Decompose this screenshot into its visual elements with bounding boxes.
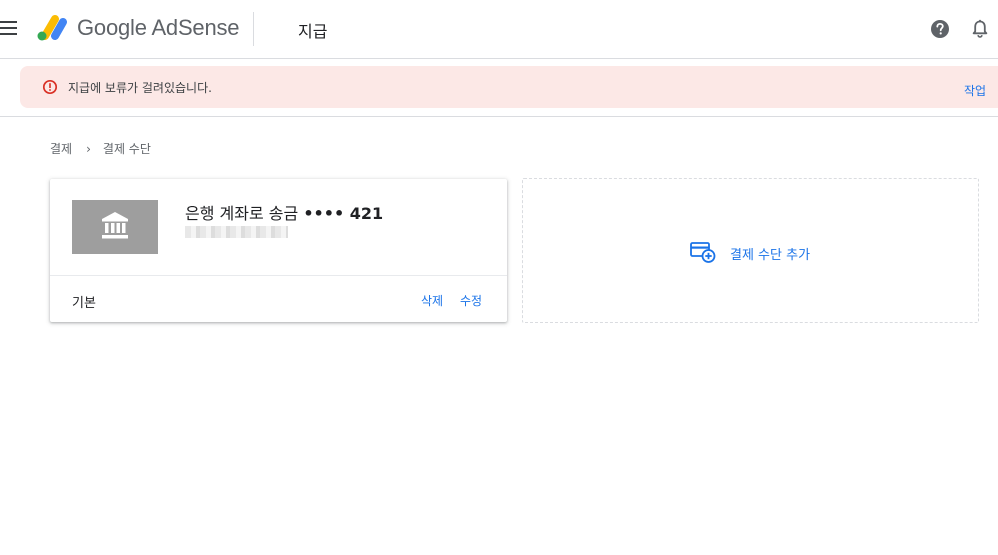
masked-account-number: •••• 421 xyxy=(303,204,384,223)
error-icon xyxy=(42,79,58,95)
payment-method-card: 은행 계좌로 송금 •••• 421 기본 삭제 수정 xyxy=(50,179,507,322)
page-title: 지급 xyxy=(298,22,328,41)
breadcrumb-item-payment-methods: 결제 수단 xyxy=(102,142,151,156)
top-app-bar: Google AdSense 지급 xyxy=(0,0,998,59)
bank-icon xyxy=(102,212,128,239)
add-card-icon xyxy=(690,242,716,263)
redacted-account-details xyxy=(185,226,288,238)
adsense-logo[interactable] xyxy=(36,14,68,42)
add-payment-method-label: 결제 수단 추가 xyxy=(730,248,811,263)
breadcrumb: 결제 › 결제 수단 xyxy=(50,140,151,157)
alert-message: 지급에 보류가 걸려있습니다. xyxy=(68,81,212,95)
notifications-icon[interactable] xyxy=(971,19,989,39)
add-payment-method-button[interactable]: 결제 수단 추가 xyxy=(522,178,979,323)
header-divider xyxy=(253,12,254,46)
help-icon[interactable] xyxy=(930,19,950,39)
bank-tile xyxy=(72,200,158,254)
alert-action-button[interactable]: 작업 xyxy=(964,82,986,99)
card-divider xyxy=(50,275,507,276)
chevron-right-icon: › xyxy=(86,142,91,156)
breadcrumb-item-billing[interactable]: 결제 xyxy=(50,142,72,156)
menu-icon[interactable] xyxy=(0,21,17,35)
payment-hold-alert: 지급에 보류가 걸려있습니다. 작업 xyxy=(20,66,998,108)
delete-button[interactable]: 삭제 xyxy=(421,292,443,309)
section-divider xyxy=(0,116,998,117)
default-label: 기본 xyxy=(72,296,96,311)
edit-button[interactable]: 수정 xyxy=(460,292,482,309)
product-name[interactable]: Google AdSense xyxy=(77,15,240,41)
payment-method-title: 은행 계좌로 송금 •••• 421 xyxy=(185,204,384,223)
